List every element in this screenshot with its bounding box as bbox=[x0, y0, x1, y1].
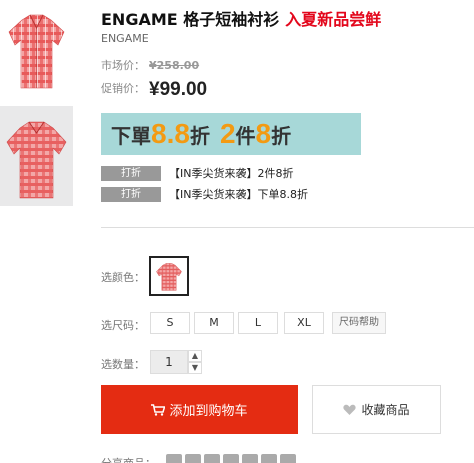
market-price-value: ¥258.00 bbox=[149, 59, 200, 72]
banner-text-5: 件 bbox=[235, 125, 256, 148]
size-option-xl[interactable]: XL bbox=[284, 312, 324, 334]
add-to-cart-label: 添加到购物车 bbox=[169, 404, 248, 419]
banner-text-3: 折 bbox=[189, 125, 210, 148]
banner-text-1: 下單 bbox=[111, 125, 151, 148]
chevron-up-icon[interactable]: ▲ bbox=[188, 350, 202, 362]
share-icon[interactable] bbox=[166, 454, 182, 463]
size-option-s[interactable]: S bbox=[150, 312, 190, 334]
promotion-row: 打折 【IN季尖货来袭】下单8.8折 bbox=[101, 186, 308, 202]
chevron-down-icon[interactable]: ▼ bbox=[188, 362, 202, 374]
quantity-input[interactable]: 1 bbox=[150, 350, 188, 374]
size-label: 选尺码： bbox=[101, 319, 145, 332]
banner-text-6: 8 bbox=[255, 118, 272, 149]
size-option-l[interactable]: L bbox=[238, 312, 278, 334]
market-price-label: 市场价： bbox=[101, 59, 145, 72]
promotion-tag: 打折 bbox=[101, 186, 161, 202]
promotion-row: 打折 【IN季尖货来袭】2件8折 bbox=[101, 165, 293, 181]
add-to-cart-button[interactable]: 添加到购物车 bbox=[101, 385, 298, 434]
sale-price-row: 促销价： ¥99.00 bbox=[101, 79, 207, 101]
sale-price-label: 促销价： bbox=[101, 82, 145, 95]
size-option-m[interactable]: M bbox=[194, 312, 234, 334]
color-label: 选颜色： bbox=[101, 271, 145, 284]
share-icons bbox=[166, 454, 296, 463]
cart-icon bbox=[151, 403, 166, 416]
share-label: 分享商品： bbox=[101, 455, 156, 463]
promotion-text: 【IN季尖货来袭】2件8折 bbox=[169, 167, 294, 180]
product-title-text: ENGAME 格子短袖衬衫 bbox=[101, 10, 280, 29]
product-brand: ENGAME bbox=[101, 32, 149, 45]
sale-price-value: ¥99.00 bbox=[149, 79, 208, 100]
share-icon[interactable] bbox=[185, 454, 201, 463]
share-icon[interactable] bbox=[280, 454, 296, 463]
product-thumbnail-front[interactable] bbox=[0, 0, 73, 100]
share-icon[interactable] bbox=[261, 454, 277, 463]
product-title: ENGAME 格子短袖衬衫 入夏新品尝鲜 bbox=[101, 6, 381, 30]
promotion-tag: 打折 bbox=[101, 165, 161, 181]
product-promo-title: 入夏新品尝鲜 bbox=[285, 10, 382, 29]
size-help-button[interactable]: 尺码帮助 bbox=[332, 312, 386, 334]
banner-text-7: 折 bbox=[271, 125, 292, 148]
favorite-label: 收藏商品 bbox=[361, 403, 410, 417]
share-icon[interactable] bbox=[242, 454, 258, 463]
discount-banner: 下單 8.8 折 2 件 8 折 bbox=[101, 113, 361, 155]
share-icon[interactable] bbox=[204, 454, 220, 463]
share-icon[interactable] bbox=[223, 454, 239, 463]
banner-text-4: 2 bbox=[219, 118, 236, 149]
market-price-row: 市场价： ¥258.00 bbox=[101, 57, 199, 73]
banner-text-2: 8.8 bbox=[151, 118, 190, 149]
quantity-label: 选数量： bbox=[101, 358, 145, 371]
heart-icon bbox=[343, 404, 357, 415]
color-swatch-selected[interactable] bbox=[149, 256, 189, 296]
product-thumbnail-model[interactable] bbox=[0, 106, 73, 206]
section-divider bbox=[101, 227, 474, 228]
favorite-button[interactable]: 收藏商品 bbox=[312, 385, 441, 434]
promotion-text: 【IN季尖货来袭】下单8.8折 bbox=[169, 188, 308, 201]
